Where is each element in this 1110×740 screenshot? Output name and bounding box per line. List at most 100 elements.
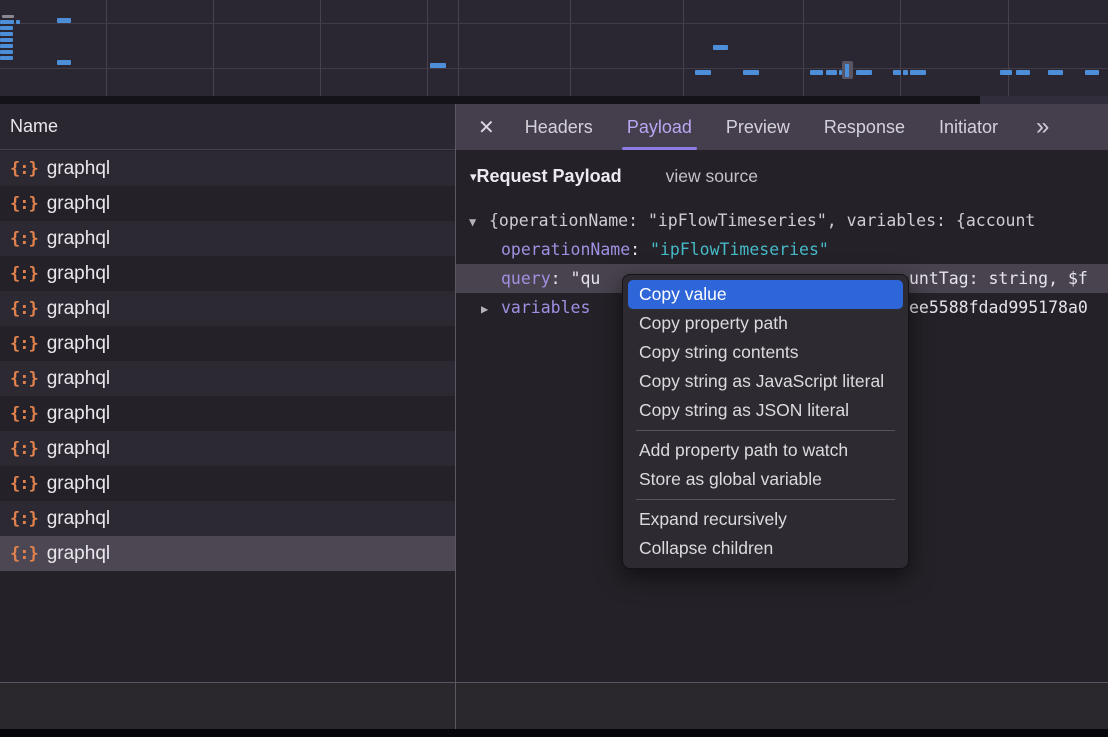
fetch-xhr-icon: {:}	[10, 439, 38, 459]
menu-item-copy-property-path[interactable]: Copy property path	[623, 309, 908, 338]
menu-divider	[636, 430, 895, 431]
request-row[interactable]: {:}graphql	[0, 536, 455, 571]
request-row[interactable]: {:} graphql	[0, 291, 455, 326]
property-key: operationName	[501, 240, 630, 259]
request-timing-bar	[826, 70, 837, 75]
more-tabs-icon[interactable]: »	[1036, 104, 1049, 150]
request-timing-bar	[0, 26, 13, 30]
request-timing-bar	[0, 38, 13, 42]
view-source-link[interactable]: view source	[666, 166, 758, 186]
menu-item-copy-value[interactable]: Copy value	[628, 280, 903, 309]
section-title: Request Payload	[477, 166, 622, 186]
request-row[interactable]: {:} graphql	[0, 431, 455, 466]
request-name: graphql	[47, 403, 110, 425]
menu-item-copy-string-as-json-literal[interactable]: Copy string as JSON literal	[623, 396, 908, 425]
request-timing-bar	[910, 70, 926, 75]
devtools-network-panel: Name {:}graphql{:}graphql{:}graphql{:}gr…	[0, 0, 1108, 737]
request-row[interactable]: {:}graphql	[0, 466, 455, 501]
request-name: graphql	[47, 263, 110, 285]
timeline-gridline	[320, 0, 321, 96]
timeline-overview[interactable]	[0, 0, 1108, 96]
request-row[interactable]: {:} graphql	[0, 396, 455, 431]
fetch-xhr-icon: {:}	[10, 369, 38, 389]
property-key: variables	[501, 298, 590, 317]
request-name: graphql	[47, 158, 110, 180]
fetch-xhr-icon: {:}	[10, 299, 38, 319]
key-separator: :	[551, 269, 571, 288]
fetch-xhr-icon: {:}	[10, 404, 38, 424]
request-list: {:} graphql {:} graphql {:} graphql {:} graphql…	[0, 151, 455, 682]
request-name: graphql	[47, 438, 110, 460]
request-timing-bar	[1000, 70, 1012, 75]
menu-item-add-property-path-to-watch[interactable]: Add property path to watch	[623, 436, 908, 465]
object-summary: {operationName: "ipFlowTimeseries", vari…	[489, 211, 1035, 230]
tree-row-operation-name[interactable]: operationName: "ipFlowTimeseries"	[456, 235, 1108, 264]
request-row[interactable]: {:} graphql	[0, 221, 455, 256]
timeline-gridline	[213, 0, 214, 96]
property-value-left-fragment: "qu	[571, 269, 601, 288]
property-key: query	[501, 269, 551, 288]
tab-headers[interactable]: Headers	[525, 104, 593, 150]
timeline-bottom-band	[0, 96, 1108, 104]
request-timing-bar	[2, 15, 14, 18]
timeline-band-segment	[980, 96, 1108, 104]
request-payload-section: ▾Request Payloadview source	[470, 166, 758, 187]
request-timing-bar	[57, 60, 71, 65]
request-timing-bar	[1085, 70, 1099, 75]
fetch-xhr-icon: {:}	[10, 229, 38, 249]
menu-item-collapse-children[interactable]: Collapse children	[623, 534, 908, 563]
timeline-gridline	[570, 0, 571, 96]
timeline-gridline	[803, 0, 804, 96]
active-tab-underline	[622, 147, 697, 150]
request-timing-bar	[743, 70, 759, 75]
request-timing-bar	[0, 44, 13, 48]
tab-response[interactable]: Response	[824, 104, 905, 150]
timeline-gridline	[683, 0, 684, 96]
request-timing-bar	[0, 50, 13, 54]
panel-divider[interactable]	[455, 104, 456, 729]
devtools-window: Name {:}graphql{:}graphql{:}graphql{:}gr…	[0, 0, 1110, 740]
request-timing-bar	[1048, 70, 1063, 75]
request-row[interactable]: {:}graphql	[0, 186, 455, 221]
menu-item-store-as-global-variable[interactable]: Store as global variable	[623, 465, 908, 494]
tab-initiator[interactable]: Initiator	[939, 104, 998, 150]
request-name: graphql	[47, 298, 110, 320]
collapsed-arrow-icon[interactable]: ▶	[481, 295, 501, 322]
request-row[interactable]: {:}graphql	[0, 326, 455, 361]
menu-item-expand-recursively[interactable]: Expand recursively	[623, 505, 908, 534]
fetch-xhr-icon: {:}	[10, 509, 38, 529]
fetch-xhr-icon: {:}	[10, 544, 38, 564]
timeline-gridline	[458, 0, 459, 96]
request-timing-bar	[16, 20, 20, 24]
request-timing-bar	[0, 56, 13, 60]
name-column-header[interactable]: Name	[0, 104, 455, 150]
selected-request-marker-bar	[845, 64, 849, 77]
timeline-gridline	[427, 0, 428, 96]
request-row[interactable]: {:} graphql	[0, 151, 455, 186]
tab-preview[interactable]: Preview	[726, 104, 790, 150]
close-icon[interactable]: ✕	[478, 115, 495, 140]
tab-payload[interactable]: Payload	[627, 104, 692, 150]
menu-item-copy-string-as-javascript-literal[interactable]: Copy string as JavaScript literal	[623, 367, 908, 396]
fetch-xhr-icon: {:}	[10, 474, 38, 494]
menu-item-copy-string-contents[interactable]: Copy string contents	[623, 338, 908, 367]
context-menu: Copy valueCopy property pathCopy string …	[622, 274, 909, 569]
fetch-xhr-icon: {:}	[10, 159, 38, 179]
request-row[interactable]: {:}graphql	[0, 256, 455, 291]
request-name: graphql	[47, 508, 110, 530]
request-name: graphql	[47, 228, 110, 250]
request-timing-bar	[430, 63, 446, 68]
bottom-bar	[0, 729, 1108, 737]
timeline-gridline	[900, 0, 901, 96]
request-row[interactable]: {:}graphql	[0, 361, 455, 396]
timeline-lane-line	[0, 68, 1108, 69]
request-timing-bar	[695, 70, 711, 75]
tree-row-summary[interactable]: ▼{operationName: "ipFlowTimeseries", var…	[456, 206, 1108, 235]
request-timing-bar	[893, 70, 901, 75]
request-row[interactable]: {:} graphql	[0, 501, 455, 536]
timeline-lane-line	[0, 23, 1108, 24]
fetch-xhr-icon: {:}	[10, 194, 38, 214]
request-list-panel: Name {:}graphql{:}graphql{:}graphql{:}gr…	[0, 104, 455, 682]
expanded-arrow-icon[interactable]: ▼	[469, 208, 489, 235]
timeline-gridline	[1008, 0, 1009, 96]
